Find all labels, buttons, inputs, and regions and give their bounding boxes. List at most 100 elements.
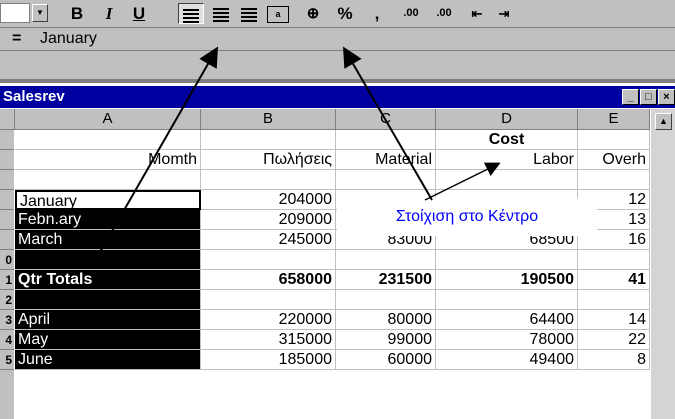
grid-cell-a7[interactable]: [15, 250, 201, 270]
column-header-d[interactable]: D: [436, 109, 578, 129]
grid-cell-a9[interactable]: [15, 290, 201, 310]
grid-cell-d1[interactable]: Cost: [436, 130, 578, 150]
bold-button[interactable]: B: [66, 3, 88, 24]
grid-cell-a10[interactable]: April: [15, 310, 201, 330]
merge-and-center-button[interactable]: a: [265, 3, 291, 24]
minimize-button[interactable]: _: [622, 89, 639, 105]
row-header[interactable]: 5: [0, 350, 14, 370]
grid-cell-d8[interactable]: 190500: [436, 270, 578, 290]
select-all-corner[interactable]: [0, 109, 15, 129]
grid-cell-e10[interactable]: 14: [578, 310, 650, 330]
grid-cell-b11[interactable]: 315000: [201, 330, 336, 350]
align-center-button[interactable]: [208, 3, 234, 24]
grid-cell-c9[interactable]: [336, 290, 436, 310]
row-header[interactable]: [0, 170, 14, 190]
row-header[interactable]: [0, 230, 14, 250]
grid-cell-b8[interactable]: 658000: [201, 270, 336, 290]
grid-cell-b12[interactable]: 185000: [201, 350, 336, 370]
underline-button[interactable]: U: [128, 3, 150, 24]
grid-cell-e2[interactable]: Overh: [578, 150, 650, 170]
grid-cell-e12[interactable]: 8: [578, 350, 650, 370]
grid-cell-e1[interactable]: [578, 130, 650, 150]
grid-cell-a11[interactable]: May: [15, 330, 201, 350]
row-headers: 012345: [0, 130, 14, 419]
decrease-indent-button[interactable]: ⇤: [465, 3, 489, 24]
grid-cell-d9[interactable]: [436, 290, 578, 310]
grid-cell-d3[interactable]: [436, 170, 578, 190]
merge-center-icon: a: [267, 6, 289, 24]
row-header[interactable]: [0, 150, 14, 170]
grid-cell-c7[interactable]: [336, 250, 436, 270]
column-header-a[interactable]: A: [15, 109, 201, 129]
grid-cell-d12[interactable]: 49400: [436, 350, 578, 370]
grid-cell-e7[interactable]: [578, 250, 650, 270]
formatting-toolbar: ▼ B I U a ⊕ % , .00 .00 ⇤ ⇥: [0, 0, 675, 28]
grid-cell-b10[interactable]: 220000: [201, 310, 336, 330]
column-header-c[interactable]: C: [336, 109, 436, 129]
grid-cell-d7[interactable]: [436, 250, 578, 270]
grid-cell-b3[interactable]: [201, 170, 336, 190]
grid-cell-d2[interactable]: Labor: [436, 150, 578, 170]
row-header[interactable]: [0, 210, 14, 230]
decrease-decimal-button[interactable]: .00: [430, 3, 458, 24]
grid-cell-c8[interactable]: 231500: [336, 270, 436, 290]
grid-cell-d11[interactable]: 78000: [436, 330, 578, 350]
row-header[interactable]: 4: [0, 330, 14, 350]
divider: [0, 79, 675, 83]
grid-cell-a2[interactable]: Momth: [15, 150, 201, 170]
column-header-b[interactable]: B: [201, 109, 336, 129]
chevron-down-icon[interactable]: ▼: [32, 4, 48, 22]
close-button[interactable]: ×: [658, 89, 675, 105]
row-header[interactable]: [0, 130, 14, 150]
column-headers: A B C D E: [0, 109, 650, 130]
align-right-button[interactable]: [236, 3, 262, 24]
grid-cell-a12[interactable]: June: [15, 350, 201, 370]
grid-cell-b4[interactable]: 204000: [201, 190, 336, 210]
grid-cell-a4[interactable]: January: [15, 190, 201, 210]
workbook-titlebar: Salesrev _ □ ×: [0, 86, 675, 108]
column-header-e[interactable]: E: [578, 109, 650, 129]
grid-cell-b6[interactable]: 245000: [201, 230, 336, 250]
font-size-dropdown[interactable]: [0, 3, 30, 23]
row-header[interactable]: 1: [0, 270, 14, 290]
grid-cell-b9[interactable]: [201, 290, 336, 310]
increase-decimal-button[interactable]: .00: [397, 3, 425, 24]
percent-button[interactable]: %: [333, 3, 357, 24]
grid-cell-e8[interactable]: 41: [578, 270, 650, 290]
grid-cell-d10[interactable]: 64400: [436, 310, 578, 330]
grid-cell-e11[interactable]: 22: [578, 330, 650, 350]
maximize-button[interactable]: □: [640, 89, 657, 105]
align-left-icon: [183, 8, 199, 23]
scroll-up-icon[interactable]: ▲: [655, 113, 672, 130]
formula-input[interactable]: January: [40, 30, 97, 48]
vertical-scrollbar[interactable]: ▲: [651, 109, 675, 419]
align-left-button[interactable]: [178, 3, 204, 24]
grid-cell-b1[interactable]: [201, 130, 336, 150]
grid-cell-e9[interactable]: [578, 290, 650, 310]
grid-cell-b7[interactable]: [201, 250, 336, 270]
row-header[interactable]: [0, 190, 14, 210]
grid-cell-c12[interactable]: 60000: [336, 350, 436, 370]
row-header[interactable]: 3: [0, 310, 14, 330]
grid-cell-a3[interactable]: [15, 170, 201, 190]
grid-cell-b2[interactable]: Πωλήσεις: [201, 150, 336, 170]
comma-style-button[interactable]: ,: [368, 3, 386, 24]
increase-indent-button[interactable]: ⇥: [492, 3, 516, 24]
italic-button[interactable]: I: [98, 3, 120, 24]
grid-cell-c1[interactable]: [336, 130, 436, 150]
grid-cell-a8[interactable]: Qtr Totals: [15, 270, 201, 290]
grid-cell-b5[interactable]: 209000: [201, 210, 336, 230]
grid-cell-a6[interactable]: March: [15, 230, 201, 250]
spreadsheet-grid: Cost Momth Πωλήσεις Material Labor Overh Janua…: [15, 130, 650, 419]
currency-button[interactable]: ⊕: [300, 3, 326, 24]
grid-cell-c11[interactable]: 99000: [336, 330, 436, 350]
row-header[interactable]: 2: [0, 290, 14, 310]
grid-cell-c3[interactable]: [336, 170, 436, 190]
row-header[interactable]: 0: [0, 250, 14, 270]
grid-cell-c2[interactable]: Material: [336, 150, 436, 170]
grid-cell-a1[interactable]: [15, 130, 201, 150]
formula-equals-icon: =: [12, 30, 22, 47]
grid-cell-e3[interactable]: [578, 170, 650, 190]
grid-cell-c10[interactable]: 80000: [336, 310, 436, 330]
grid-cell-a5[interactable]: Febn.ary: [15, 210, 201, 230]
